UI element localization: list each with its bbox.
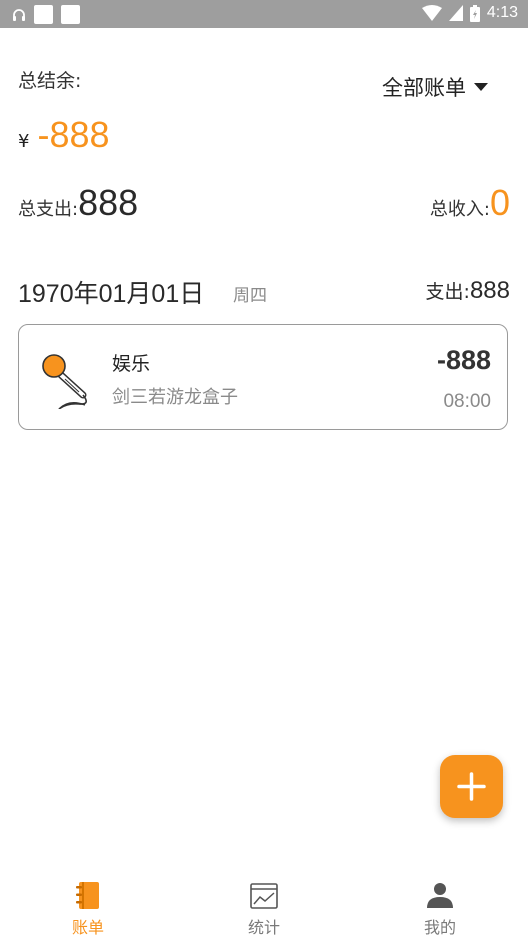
tab-mine[interactable]: 我的 xyxy=(380,872,500,940)
total-expense-label: 总支出: xyxy=(18,199,79,220)
status-time: 4:13 xyxy=(486,4,518,21)
transaction-time: 08:00 xyxy=(443,391,491,412)
total-expense-value: 888 xyxy=(78,182,139,223)
transaction-item[interactable]: 娱乐 剑三若游龙盒子 -888 08:00 xyxy=(18,324,508,430)
add-record-button[interactable] xyxy=(440,755,503,818)
balance-value: -888 xyxy=(37,114,110,155)
chart-icon xyxy=(250,883,278,909)
profile-icon xyxy=(427,883,453,908)
status-bar: 4:13 xyxy=(0,0,528,28)
transaction-category: 娱乐 xyxy=(112,353,151,375)
status-bar-left xyxy=(12,5,80,24)
group-expense: 支出: 888 xyxy=(426,277,510,305)
tab-mine-label: 我的 xyxy=(423,918,456,937)
app-square-icon xyxy=(61,5,80,24)
plus-icon xyxy=(457,772,486,801)
battery-icon xyxy=(469,4,480,22)
headset-icon xyxy=(13,8,25,21)
total-income: 总收入: 0 xyxy=(430,182,510,224)
wifi-icon xyxy=(421,5,442,21)
transaction-note: 剑三若游龙盒子 xyxy=(112,387,238,408)
tab-statistics[interactable]: 统计 xyxy=(204,872,324,940)
tab-statistics-label: 统计 xyxy=(247,918,280,937)
total-balance-label: 总结余: xyxy=(18,70,82,92)
tab-bills[interactable]: 账单 xyxy=(28,872,148,940)
total-income-label: 总收入: xyxy=(429,199,490,220)
bottom-tab-bar: 账单 统计 我的 xyxy=(0,872,528,940)
status-bar-right: 4:13 xyxy=(421,4,518,22)
group-date: 1970年01月01日 xyxy=(18,280,205,308)
total-expense: 总支出: 888 xyxy=(18,182,138,224)
tab-bills-label: 账单 xyxy=(71,918,104,937)
ledger-book-icon xyxy=(76,882,99,909)
group-expense-value: 888 xyxy=(469,277,510,304)
group-weekday: 周四 xyxy=(233,286,267,306)
caret-down-icon xyxy=(474,83,488,91)
signal-icon xyxy=(448,5,463,21)
currency-symbol: ¥ xyxy=(18,131,30,152)
bill-filter-label: 全部账单 xyxy=(382,76,466,100)
microphone-icon xyxy=(42,354,87,409)
bill-filter-dropdown[interactable]: 全部账单 xyxy=(382,72,488,102)
transaction-amount: -888 xyxy=(436,345,491,375)
balance-row: ¥ -888 xyxy=(18,114,110,156)
app-square-icon xyxy=(34,5,53,24)
total-income-value: 0 xyxy=(489,182,510,223)
group-expense-label: 支出: xyxy=(425,281,470,303)
